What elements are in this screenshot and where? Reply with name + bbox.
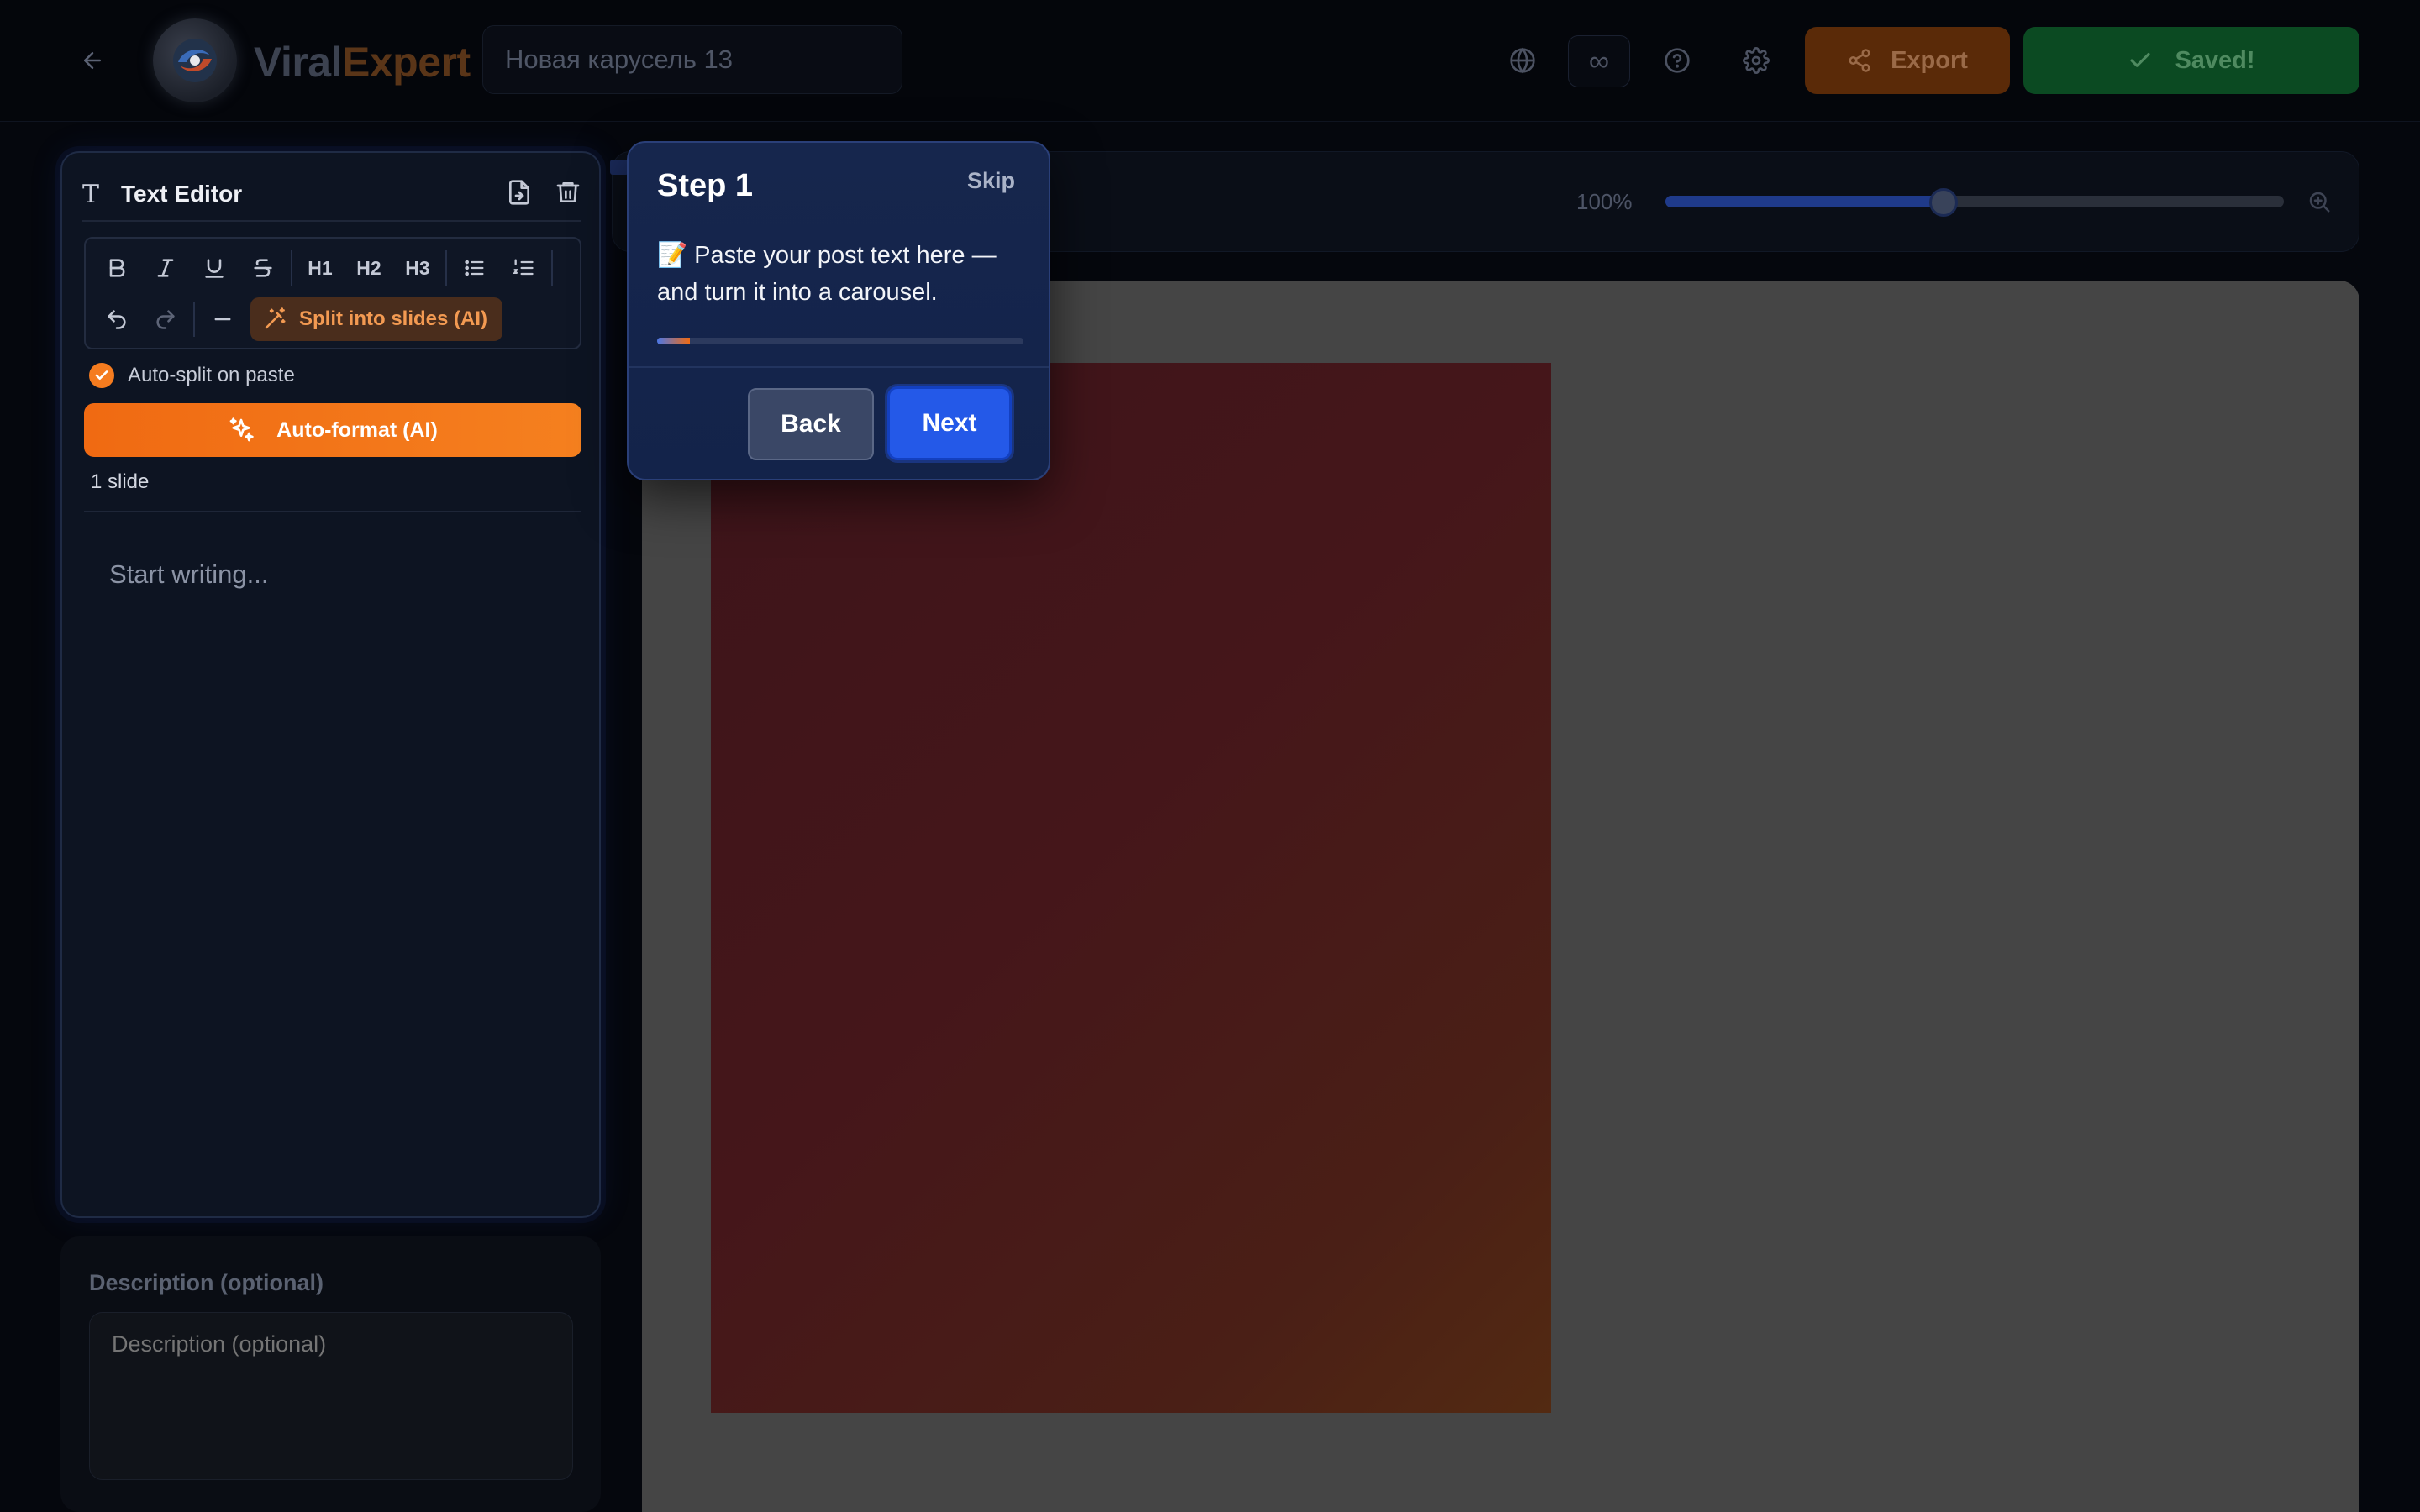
formatting-toolbar: H1 H2 H3 Split into slides (AI) xyxy=(84,237,581,349)
toolbar-divider xyxy=(193,302,195,337)
heading3-button[interactable]: H3 xyxy=(393,247,442,289)
numbered-list-icon xyxy=(513,259,534,276)
text-editor-panel: T Text Editor H1 H2 H3 Split into slides… xyxy=(60,151,601,1218)
underline-icon xyxy=(205,259,224,278)
saved-label: Saved! xyxy=(2175,46,2255,74)
gear-icon xyxy=(1743,47,1770,74)
bullet-list-button[interactable] xyxy=(450,247,499,289)
infinity-icon: ∞ xyxy=(1588,45,1610,77)
onboarding-tour-popover: Step 1 Skip 📝 Paste your post text here … xyxy=(627,141,1050,480)
carousel-title-input[interactable] xyxy=(482,25,902,94)
editor-divider xyxy=(84,511,581,512)
underline-button[interactable] xyxy=(190,247,239,289)
tour-skip-button[interactable]: Skip xyxy=(967,168,1015,194)
zoom-in-button[interactable] xyxy=(2304,186,2334,217)
infinity-button[interactable]: ∞ xyxy=(1568,35,1630,87)
strikethrough-icon xyxy=(254,259,272,277)
tour-step-title: Step 1 xyxy=(657,168,754,203)
zoom-in-icon xyxy=(2309,192,2330,213)
heading1-icon: H1 xyxy=(308,256,333,279)
settings-button[interactable] xyxy=(1733,37,1780,84)
carousel-slide[interactable] xyxy=(711,363,1551,1413)
help-button[interactable] xyxy=(1654,37,1701,84)
import-file-button[interactable] xyxy=(506,179,533,210)
file-import-icon xyxy=(509,179,529,205)
heading3-icon: H3 xyxy=(405,256,430,279)
export-label: Export xyxy=(1891,46,1968,74)
redo-icon xyxy=(156,310,175,329)
description-panel: Description (optional) xyxy=(60,1236,601,1512)
check-icon xyxy=(2130,52,2150,67)
text-editor-header: T Text Editor xyxy=(82,173,581,222)
italic-icon xyxy=(157,259,174,277)
italic-button[interactable] xyxy=(141,247,190,289)
sparkles-icon xyxy=(229,417,254,442)
checkbox-checked-icon xyxy=(89,363,114,388)
language-button[interactable] xyxy=(1499,37,1546,84)
undo-button[interactable] xyxy=(92,298,141,340)
logo-wordmark: Viral Expert xyxy=(254,37,471,87)
help-circle-icon xyxy=(1665,48,1690,73)
heading2-icon: H2 xyxy=(356,256,381,279)
text-type-icon: T xyxy=(82,179,100,209)
auto-split-checkbox[interactable]: Auto-split on paste xyxy=(89,363,295,388)
auto-format-label: Auto-format (AI) xyxy=(276,417,438,442)
tour-next-button[interactable]: Next xyxy=(887,386,1012,460)
text-editor-content[interactable]: Start writing... xyxy=(109,559,269,590)
saved-button[interactable]: Saved! xyxy=(2023,27,2360,94)
logo-text-expert: Expert xyxy=(342,39,471,86)
globe-icon xyxy=(1510,47,1535,74)
auto-format-button[interactable]: Auto-format (AI) xyxy=(84,403,581,457)
heading2-button[interactable]: H2 xyxy=(345,247,393,289)
description-input[interactable] xyxy=(89,1312,573,1480)
toolbar-divider xyxy=(445,250,447,286)
zoom-level-label: 100% xyxy=(1576,189,1633,214)
logo-text-viral: Viral xyxy=(254,39,343,86)
export-button[interactable]: Export xyxy=(1805,27,2010,94)
slide-count: 1 slide xyxy=(91,470,150,493)
horizontal-rule-button[interactable] xyxy=(198,298,247,340)
tour-progress-fill xyxy=(657,338,691,344)
redo-button[interactable] xyxy=(141,298,190,340)
toolbar-divider xyxy=(551,250,553,286)
bullet-list-icon xyxy=(465,260,484,276)
trash-icon xyxy=(556,181,580,202)
tour-back-button[interactable]: Back xyxy=(748,388,874,460)
split-into-slides-label: Split into slides (AI) xyxy=(299,307,488,330)
text-editor-title: Text Editor xyxy=(121,181,243,207)
tour-step-text: 📝 Paste your post text here — and turn i… xyxy=(657,242,997,306)
bold-icon xyxy=(109,259,125,277)
top-bar: ViralExpert ∞ Export Saved! xyxy=(0,0,2420,122)
clear-text-button[interactable] xyxy=(555,179,581,210)
zoom-slider[interactable] xyxy=(1665,196,2284,207)
back-button[interactable] xyxy=(74,42,111,79)
split-into-slides-button[interactable]: Split into slides (AI) xyxy=(250,297,503,341)
share-icon xyxy=(1849,49,1870,72)
tour-progress-bar xyxy=(657,338,1023,344)
zoom-slider-fill xyxy=(1665,196,1944,207)
toolbar-tab-indicator xyxy=(610,160,629,175)
strikethrough-button[interactable] xyxy=(239,247,287,289)
toolbar-divider xyxy=(291,250,292,286)
zoom-slider-thumb[interactable] xyxy=(1929,188,1959,217)
logo-icon xyxy=(153,18,237,102)
undo-icon xyxy=(108,310,126,329)
heading1-button[interactable]: H1 xyxy=(296,247,345,289)
tour-divider xyxy=(629,366,1049,368)
magic-wand-icon xyxy=(265,307,286,329)
description-label: Description (optional) xyxy=(89,1270,324,1295)
arrow-left-icon xyxy=(84,52,101,69)
numbered-list-button[interactable] xyxy=(499,247,548,289)
bold-button[interactable] xyxy=(92,247,141,289)
minus-icon xyxy=(214,318,231,321)
auto-split-label: Auto-split on paste xyxy=(128,364,295,386)
